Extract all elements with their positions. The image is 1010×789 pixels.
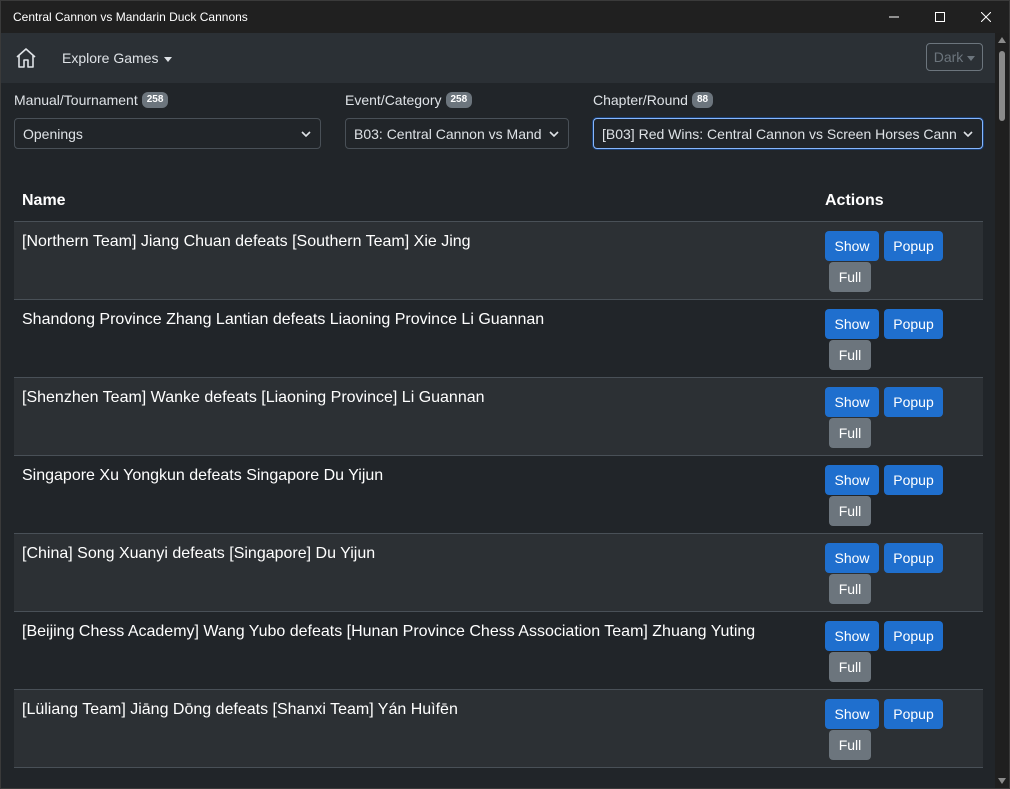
row-actions: Show Popup Full — [825, 300, 983, 377]
full-button[interactable]: Full — [829, 262, 871, 292]
scroll-up-arrow-icon[interactable] — [998, 37, 1006, 43]
caret-down-icon — [164, 56, 173, 62]
table-row: [Shenzhen Team] Wanke defeats [Liaoning … — [14, 378, 983, 456]
table-body: [Northern Team] Jiang Chuan defeats [Sou… — [14, 222, 983, 768]
event-count-badge: 258 — [445, 92, 473, 108]
table-row: [China] Song Xuanyi defeats [Singapore] … — [14, 534, 983, 612]
show-button[interactable]: Show — [825, 621, 879, 651]
popup-button[interactable]: Popup — [884, 387, 943, 417]
show-button[interactable]: Show — [825, 231, 879, 261]
name-column-header: Name — [22, 192, 66, 209]
explore-games-dropdown[interactable]: Explore Games — [62, 50, 173, 66]
manual-label: Manual/Tournament — [14, 92, 138, 108]
chapter-label: Chapter/Round — [593, 92, 688, 108]
app-window: Central Cannon vs Mandarin Duck Cannons … — [0, 0, 1010, 789]
game-name: [Shenzhen Team] Wanke defeats [Liaoning … — [22, 389, 485, 406]
title-bar: Central Cannon vs Mandarin Duck Cannons — [1, 1, 1009, 33]
full-button[interactable]: Full — [829, 730, 871, 760]
table-row: [Northern Team] Jiang Chuan defeats [Sou… — [14, 222, 983, 300]
row-actions: Show Popup Full — [825, 534, 983, 611]
explore-games-label: Explore Games — [62, 50, 159, 66]
manual-count-badge: 258 — [141, 92, 169, 108]
window-title: Central Cannon vs Mandarin Duck Cannons — [13, 10, 248, 24]
row-actions: Show Popup Full — [825, 222, 983, 299]
popup-button[interactable]: Popup — [884, 465, 943, 495]
game-name: [China] Song Xuanyi defeats [Singapore] … — [22, 545, 376, 562]
manual-select-value: Openings — [23, 125, 83, 142]
event-select-value: B03: Central Cannon vs Mandarin Duck Can… — [354, 125, 542, 142]
event-select[interactable]: B03: Central Cannon vs Mandarin Duck Can… — [345, 118, 569, 149]
table-row: Shandong Province Zhang Lantian defeats … — [14, 300, 983, 378]
chapter-select[interactable]: [B03] Red Wins: Central Cannon vs Screen… — [593, 118, 983, 149]
scroll-down-arrow-icon[interactable] — [998, 778, 1006, 784]
game-name: Singapore Xu Yongkun defeats Singapore D… — [22, 467, 384, 484]
full-button[interactable]: Full — [829, 574, 871, 604]
show-button[interactable]: Show — [825, 543, 879, 573]
full-button[interactable]: Full — [829, 652, 871, 682]
games-table: Name Actions [Northern Team] Jiang Chuan… — [14, 181, 983, 768]
event-filter: Event/Category 258 B03: Central Cannon v… — [345, 91, 569, 149]
popup-button[interactable]: Popup — [884, 231, 943, 261]
full-button[interactable]: Full — [829, 340, 871, 370]
caret-down-icon — [967, 55, 976, 61]
chevron-down-icon — [549, 130, 559, 137]
minimize-button[interactable] — [871, 1, 917, 33]
manual-select[interactable]: Openings — [14, 118, 321, 149]
table-header: Name Actions — [14, 181, 983, 222]
popup-button[interactable]: Popup — [884, 699, 943, 729]
game-name: Shandong Province Zhang Lantian defeats … — [22, 311, 545, 328]
vertical-scrollbar[interactable] — [995, 33, 1009, 788]
table-row: [Lüliang Team] Jiāng Dōng defeats [Shanx… — [14, 690, 983, 768]
home-icon[interactable] — [14, 46, 38, 70]
close-icon — [981, 12, 991, 22]
show-button[interactable]: Show — [825, 387, 879, 417]
show-button[interactable]: Show — [825, 309, 879, 339]
scroll-thumb[interactable] — [999, 51, 1005, 121]
maximize-button[interactable] — [917, 1, 963, 33]
popup-button[interactable]: Popup — [884, 309, 943, 339]
game-name: [Lüliang Team] Jiāng Dōng defeats [Shanx… — [22, 701, 458, 718]
theme-label: Dark — [933, 49, 964, 65]
full-button[interactable]: Full — [829, 496, 871, 526]
minimize-icon — [889, 16, 899, 18]
table-row: [Beijing Chess Academy] Wang Yubo defeat… — [14, 612, 983, 690]
maximize-icon — [935, 12, 945, 22]
game-name: [Northern Team] Jiang Chuan defeats [Sou… — [22, 233, 471, 250]
full-button[interactable]: Full — [829, 418, 871, 448]
chapter-select-value: [B03] Red Wins: Central Cannon vs Screen… — [602, 125, 956, 142]
row-actions: Show Popup Full — [825, 456, 983, 533]
popup-button[interactable]: Popup — [884, 621, 943, 651]
show-button[interactable]: Show — [825, 699, 879, 729]
actions-column-header: Actions — [825, 192, 884, 209]
table-row: Singapore Xu Yongkun defeats Singapore D… — [14, 456, 983, 534]
game-name: [Beijing Chess Academy] Wang Yubo defeat… — [22, 623, 756, 640]
event-label: Event/Category — [345, 92, 442, 108]
theme-dropdown-button[interactable]: Dark — [926, 43, 983, 71]
row-actions: Show Popup Full — [825, 690, 983, 767]
show-button[interactable]: Show — [825, 465, 879, 495]
row-actions: Show Popup Full — [825, 612, 983, 689]
chapter-filter: Chapter/Round 88 [B03] Red Wins: Central… — [593, 91, 983, 149]
chevron-down-icon — [301, 130, 311, 137]
navbar: Explore Games Dark — [1, 33, 995, 83]
popup-button[interactable]: Popup — [884, 543, 943, 573]
row-actions: Show Popup Full — [825, 378, 983, 455]
manual-filter: Manual/Tournament 258 Openings — [14, 91, 321, 149]
chevron-down-icon — [963, 130, 973, 137]
chapter-count-badge: 88 — [691, 92, 714, 108]
close-button[interactable] — [963, 1, 1009, 33]
